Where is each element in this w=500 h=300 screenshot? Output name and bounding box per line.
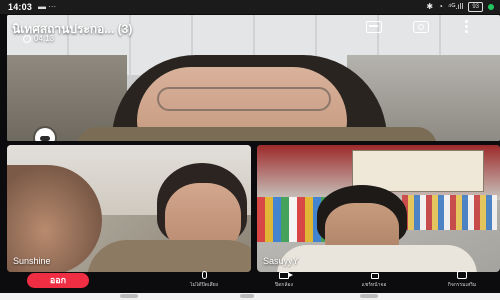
call-duration: 04:13	[34, 34, 55, 43]
leave-button[interactable]: ออก	[27, 273, 89, 288]
participant-name: Sunshine	[13, 256, 51, 266]
clock-icon	[23, 35, 31, 43]
video-background-swatches	[402, 195, 497, 230]
microphone-icon	[174, 271, 234, 282]
layout-toggle-icon[interactable]	[366, 21, 382, 33]
signal-icon: ⁴ᴳ.ıll	[447, 2, 464, 11]
camera-label: ปิดกล้อง	[275, 282, 293, 288]
mic-button[interactable]: ไม่ได้ปิดเสียง	[174, 271, 234, 293]
video-person-uniform	[277, 245, 477, 272]
recent-apps-icon[interactable]	[120, 294, 138, 298]
more-options-icon[interactable]	[465, 20, 469, 34]
video-person-uniform	[87, 240, 251, 272]
system-nav-bar	[0, 293, 500, 300]
share-screen-icon	[344, 271, 404, 282]
wifi-icon: ◔	[438, 2, 443, 11]
activities-icon	[432, 271, 492, 282]
status-time: 14:03	[8, 2, 33, 12]
switch-camera-icon[interactable]	[413, 21, 429, 33]
status-right-icons: ✱ ◔ ⁴ᴳ.ıll 93	[426, 0, 494, 14]
share-label: แชร์หน้าจอ	[361, 282, 387, 288]
share-screen-button[interactable]: แชร์หน้าจอ	[344, 271, 404, 293]
bluetooth-icon: ✱	[426, 2, 434, 11]
battery-icon: 93	[468, 2, 483, 12]
recording-dot-icon	[488, 4, 494, 10]
video-person-glasses	[157, 87, 331, 111]
camera-button[interactable]: ปิดกล้อง	[254, 271, 314, 293]
main-video-tile[interactable]: นิเทศสถานประกอ... (3) 04:13	[7, 15, 500, 141]
participant-tile[interactable]: SasuyyY	[257, 145, 500, 272]
notification-icons: ▬ ···	[38, 2, 57, 11]
home-icon[interactable]	[240, 294, 254, 298]
video-camera-icon	[254, 271, 314, 282]
activities-label: กิจกรรมเสริม	[447, 282, 477, 288]
self-view-toggle[interactable]	[35, 128, 55, 141]
activities-button[interactable]: กิจกรรมเสริม	[432, 271, 492, 293]
mic-label: ไม่ได้ปิดเสียง	[189, 282, 219, 288]
participant-name: SasuyyY	[263, 256, 299, 266]
back-icon[interactable]	[360, 294, 378, 298]
video-person-uniform	[77, 127, 437, 141]
status-bar: 14:03 ▬ ··· ✱ ◔ ⁴ᴳ.ıll 93	[0, 0, 500, 14]
participant-tile[interactable]: Sunshine	[7, 145, 251, 272]
